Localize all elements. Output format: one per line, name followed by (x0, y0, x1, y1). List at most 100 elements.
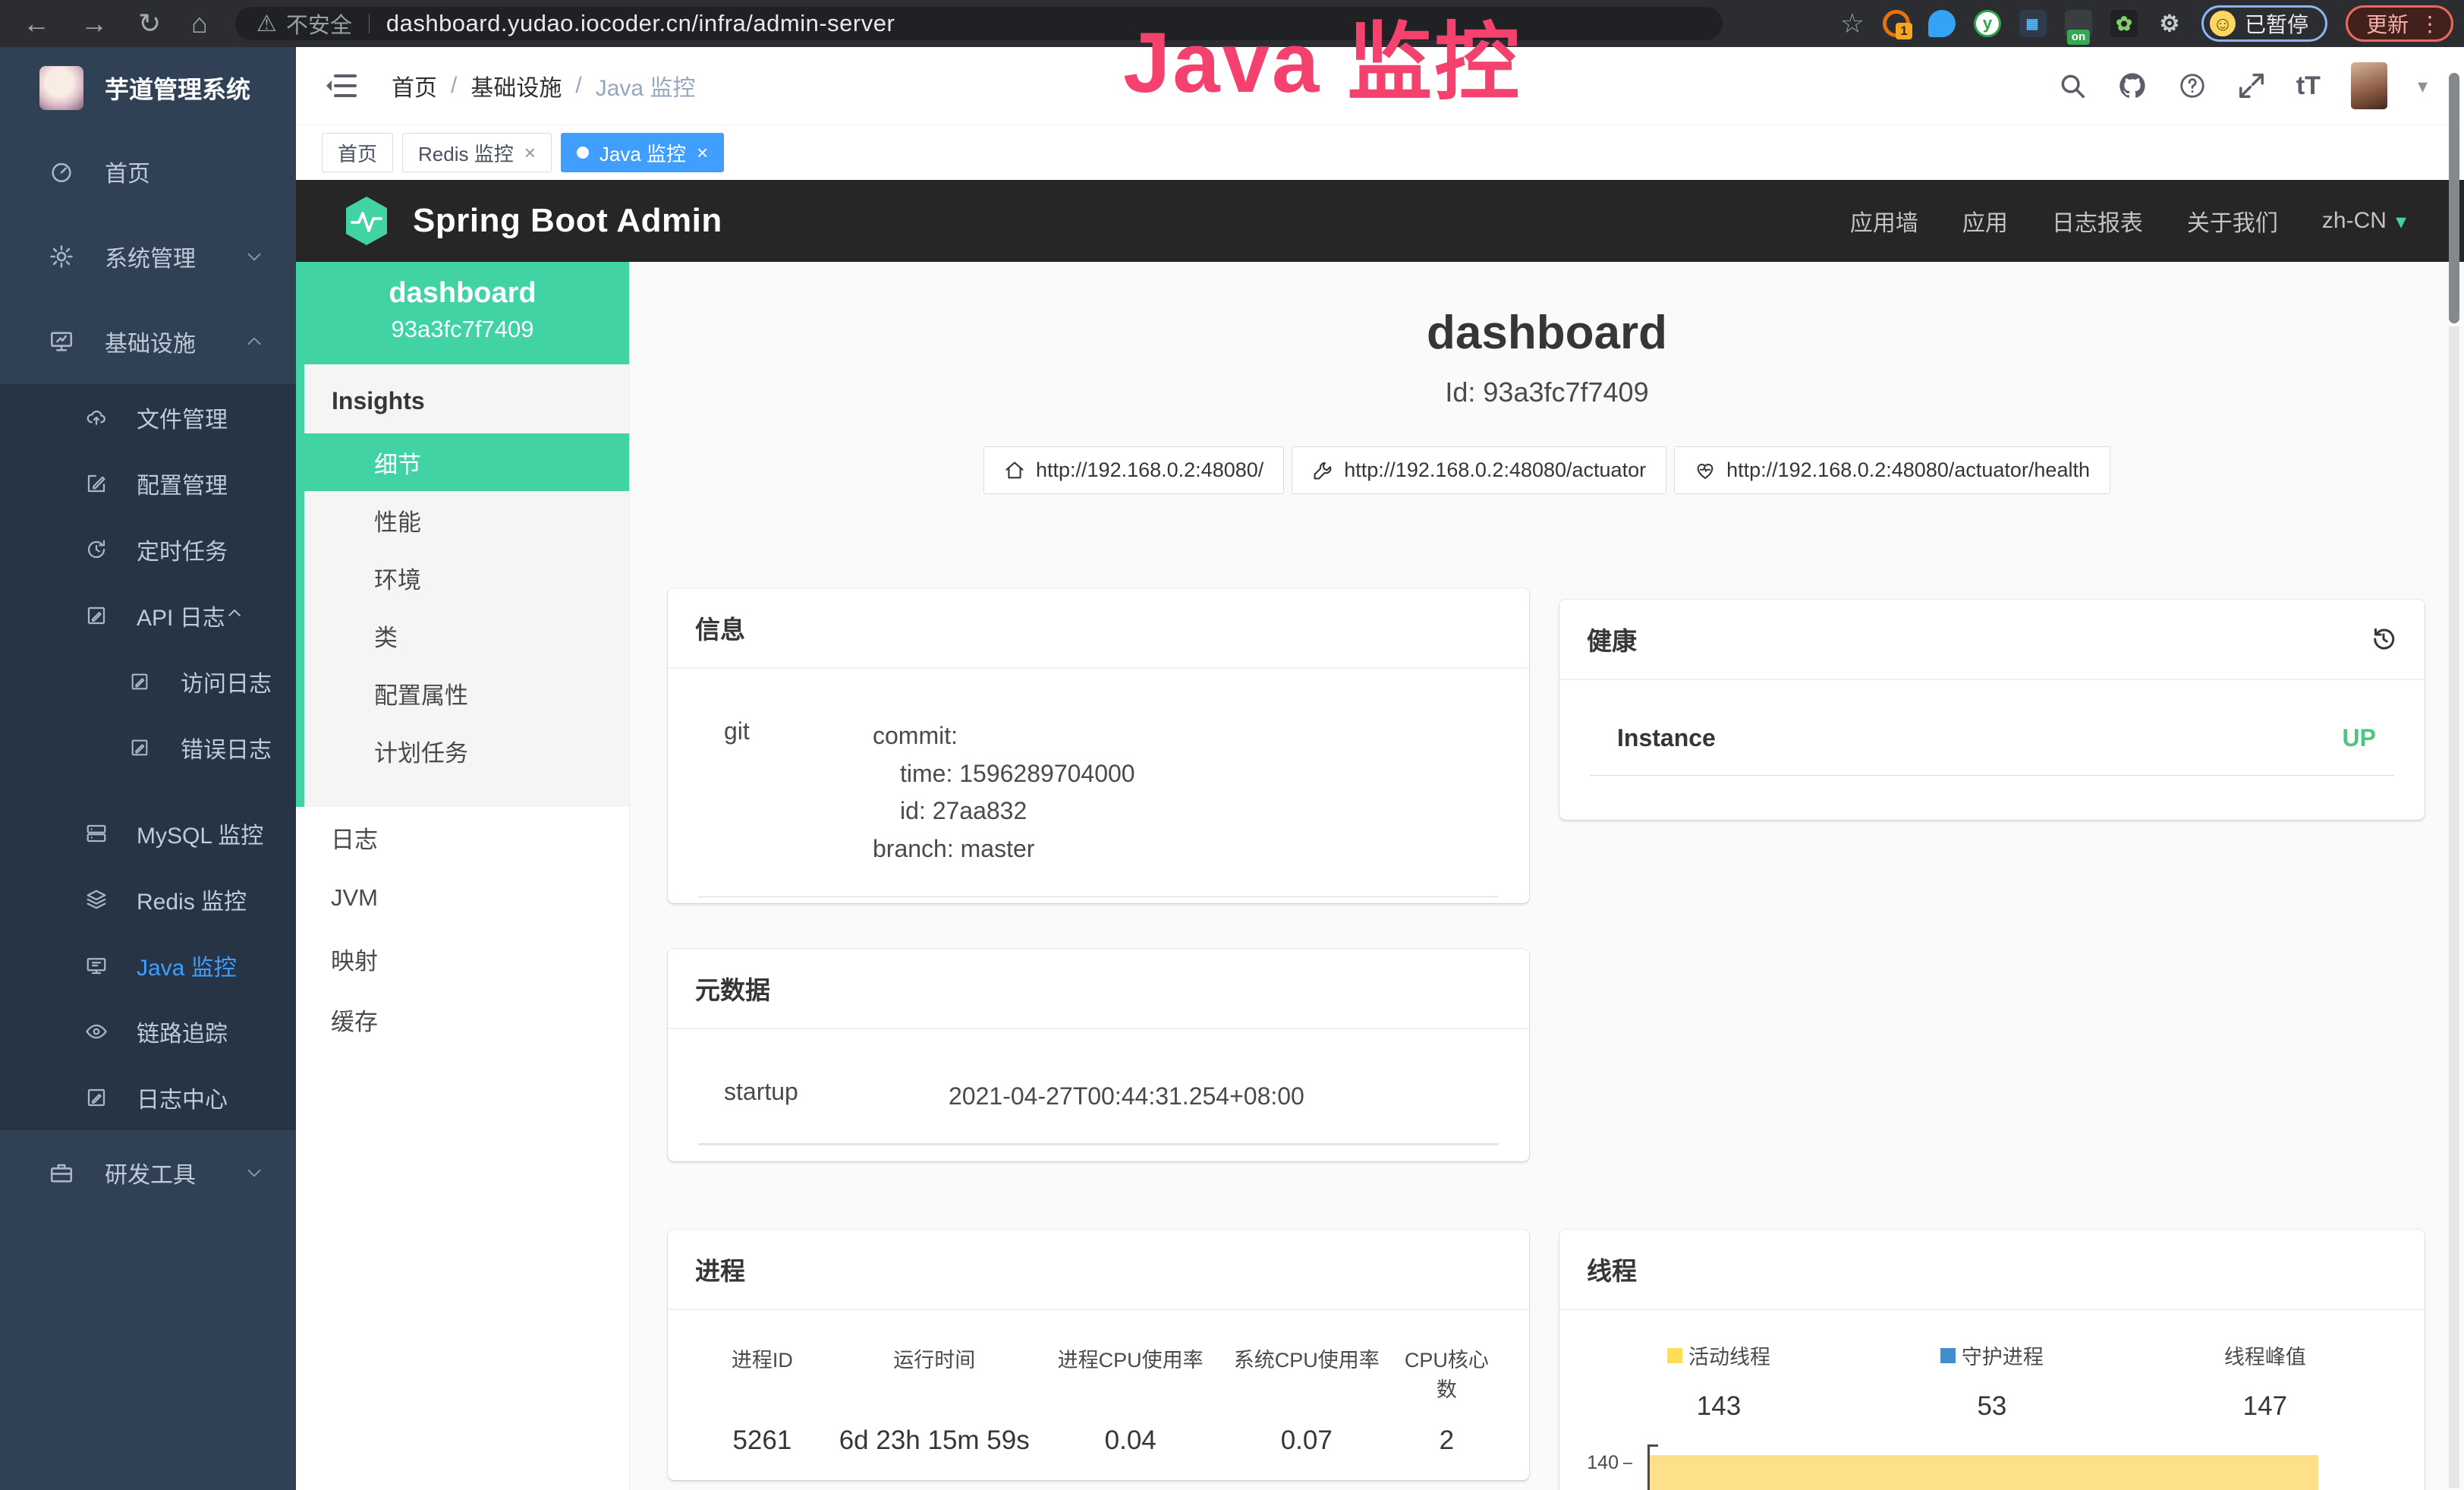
sidebar-item-label: API 日志 (137, 599, 225, 632)
cloud-upload-icon (85, 406, 117, 429)
search-icon[interactable] (2058, 71, 2087, 100)
help-icon[interactable] (2178, 71, 2207, 100)
sidebar-item-config-manage[interactable]: 配置管理 (0, 450, 296, 516)
sidebar-item-redis-monitor[interactable]: Redis 监控 (0, 866, 296, 932)
sba-language-select[interactable]: zh-CN ▾ (2322, 208, 2406, 234)
instance-detail-content: dashboard Id: 93a3fc7f7409 http://192.16… (630, 262, 2464, 1490)
inst-nav-classes[interactable]: 类 (304, 606, 629, 664)
card-health-body: Instance UP (1559, 680, 2425, 803)
sba-nav-about[interactable]: 关于我们 (2187, 204, 2278, 238)
back-icon[interactable]: ← (23, 10, 50, 37)
browser-menu-icon[interactable]: ⋮ (2419, 11, 2440, 36)
sba-logo-icon[interactable] (343, 195, 390, 247)
health-history-icon[interactable] (2370, 625, 2397, 653)
close-icon[interactable]: × (524, 143, 536, 162)
extension-colorzilla-icon[interactable]: 1 (1883, 10, 1910, 37)
sidebar-item-access-log[interactable]: 访问日志 (0, 648, 296, 714)
profile-paused-chip[interactable]: ☺ 已暂停 (2201, 5, 2327, 42)
sidebar-item-home[interactable]: 首页 (0, 129, 296, 214)
card-info-body: git commit: time: 1596289704000 id: 27aa… (668, 669, 1529, 903)
extension-leaf-icon[interactable]: ✿ (2110, 10, 2138, 37)
user-avatar[interactable] (2351, 62, 2387, 109)
app-logo-row[interactable]: 芋道管理系统 (0, 47, 296, 129)
sba-nav-wallboard[interactable]: 应用墙 (1850, 204, 1918, 238)
github-icon[interactable] (2117, 71, 2148, 101)
inst-nav-config-props[interactable]: 配置属性 (304, 664, 629, 722)
tab-home[interactable]: 首页 (322, 133, 393, 172)
sidebar-item-log-center[interactable]: 日志中心 (0, 1064, 296, 1130)
address-separator (369, 14, 370, 33)
inst-nav-scheduled-tasks[interactable]: 计划任务 (304, 722, 629, 780)
forward-icon[interactable]: → (80, 10, 108, 37)
extensions-puzzle-icon[interactable]: ⚙ (2156, 10, 2183, 37)
service-url-link[interactable]: http://192.168.0.2:48080/ (983, 446, 1284, 494)
scrollbar-track[interactable] (2449, 326, 2459, 1488)
sidebar-item-label: 日志中心 (137, 1081, 228, 1114)
instance-links: http://192.168.0.2:48080/ http://192.168… (630, 446, 2464, 494)
health-url-link[interactable]: http://192.168.0.2:48080/actuator/health (1674, 446, 2110, 494)
sidebar-item-error-log[interactable]: 错误日志 (0, 714, 296, 780)
tab-redis-monitor[interactable]: Redis 监控 × (402, 133, 552, 172)
close-icon[interactable]: × (697, 143, 708, 162)
update-label: 更新 (2366, 8, 2409, 39)
inst-nav-metrics[interactable]: 性能 (304, 491, 629, 549)
sidebar-fold-icon[interactable] (326, 71, 360, 100)
info-value: commit: time: 1596289704000 id: 27aa832 … (873, 717, 1135, 868)
sidebar-item-label: 文件管理 (137, 401, 228, 434)
sidebar-item-trace[interactable]: 链路追踪 (0, 998, 296, 1064)
inst-nav-details[interactable]: 细节 (296, 433, 629, 491)
sidebar-item-java-monitor[interactable]: Java 监控 (0, 932, 296, 998)
sba-nav-applications[interactable]: 应用 (1962, 204, 2008, 238)
sidebar-item-system[interactable]: 系统管理 (0, 214, 296, 299)
browser-nav-buttons: ← → ↻ ⌂ (0, 10, 208, 37)
sidebar-item-dev-tools[interactable]: 研发工具 (0, 1130, 296, 1215)
extension-y-icon[interactable]: y (1974, 10, 2001, 37)
reload-icon[interactable]: ↻ (138, 10, 161, 37)
inst-nav-caches[interactable]: 缓存 (296, 989, 629, 1050)
breadcrumb-home[interactable]: 首页 (392, 69, 437, 102)
instance-header[interactable]: dashboard 93a3fc7f7409 (296, 262, 629, 364)
sidebar-item-mysql-monitor[interactable]: MySQL 监控 (0, 800, 296, 866)
metadata-value: 2021-04-27T00:44:31.254+08:00 (949, 1078, 1304, 1116)
extension-pin-icon[interactable] (1928, 10, 1956, 37)
sba-brand[interactable]: Spring Boot Admin (413, 202, 722, 240)
monitor-icon (49, 329, 83, 354)
sidebar-item-label: Redis 监控 (137, 883, 247, 916)
page-root: ← → ↻ ⌂ ⚠ 不安全 dashboard.yudao.iocoder.cn… (0, 0, 2464, 1490)
sidebar-item-file-manage[interactable]: 文件管理 (0, 384, 296, 450)
card-metadata-title: 元数据 (668, 949, 1529, 1029)
sidebar-item-scheduled-jobs[interactable]: 定时任务 (0, 516, 296, 582)
chrome-update-button[interactable]: 更新 ⋮ (2346, 5, 2453, 42)
breadcrumb-current: Java 监控 (596, 69, 696, 102)
inst-nav-mappings[interactable]: 映射 (296, 928, 629, 989)
user-menu-caret-icon[interactable]: ▾ (2418, 74, 2428, 98)
sidebar-item-api-log[interactable]: API 日志 (0, 582, 296, 648)
card-metadata-body: startup 2021-04-27T00:44:31.254+08:00 (668, 1029, 1529, 1161)
bookmark-star-icon[interactable]: ☆ (1840, 8, 1865, 39)
sidebar-item-infra[interactable]: 基础设施 (0, 299, 296, 384)
health-row-instance[interactable]: Instance UP (1590, 724, 2394, 776)
active-tab-dot (577, 146, 589, 159)
process-col-uptime: 运行时间 (826, 1344, 1043, 1403)
card-health: 健康 Instance UP (1559, 600, 2425, 820)
font-size-icon[interactable]: tT (2296, 71, 2321, 101)
card-metadata: 元数据 startup 2021-04-27T00:44:31.254+08:0… (668, 949, 1529, 1161)
fullscreen-icon[interactable] (2237, 71, 2266, 100)
inst-nav-environment[interactable]: 环境 (304, 549, 629, 606)
extension-switch-icon[interactable]: on (2065, 10, 2092, 37)
warning-icon: ⚠ (256, 11, 277, 37)
scrollbar-thumb[interactable] (2449, 73, 2459, 323)
home-icon[interactable]: ⌂ (191, 10, 208, 37)
actuator-url-text: http://192.168.0.2:48080/actuator (1344, 458, 1646, 482)
actuator-url-link[interactable]: http://192.168.0.2:48080/actuator (1292, 446, 1666, 494)
extension-grid-icon[interactable]: ▦ (2019, 10, 2047, 37)
java-monitor-icon (85, 954, 117, 977)
layers-icon (85, 888, 117, 911)
tab-java-monitor[interactable]: Java 监控 × (561, 133, 724, 172)
process-table: 进程ID 运行时间 进程CPU使用率 系统CPU使用率 CPU核心数 5261 … (698, 1344, 1499, 1456)
breadcrumb-infra[interactable]: 基础设施 (470, 69, 562, 102)
legend-peak-threads: 线程峰值 147 (2129, 1340, 2402, 1422)
sba-nav-journal[interactable]: 日志报表 (2052, 204, 2143, 238)
inst-nav-logs[interactable]: 日志 (296, 807, 629, 868)
inst-nav-jvm[interactable]: JVM (296, 868, 629, 928)
